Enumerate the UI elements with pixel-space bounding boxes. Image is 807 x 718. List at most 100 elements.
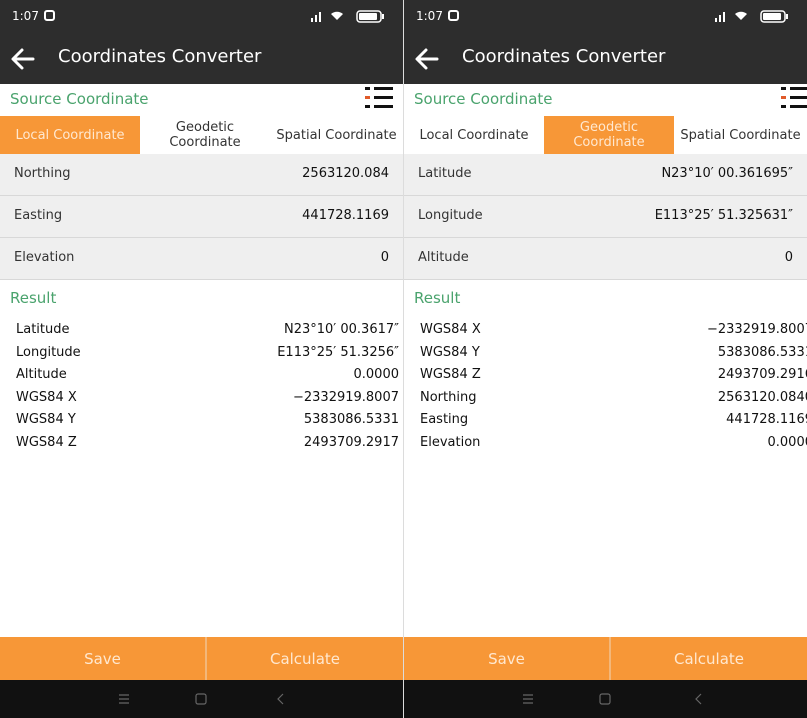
app-bar: Coordinates Converter (404, 34, 807, 84)
coordinate-type-tabs: Local Coordinate Geodetic Coordinate Spa… (0, 116, 403, 154)
status-bar: 1:07 (404, 0, 807, 34)
field-label: Easting (14, 208, 63, 223)
result-key: Northing (420, 389, 477, 405)
result-header: Result (0, 284, 403, 314)
signal-wifi-battery-icon (311, 10, 384, 23)
field-label: Altitude (418, 250, 469, 265)
calculate-button[interactable]: Calculate (207, 637, 403, 680)
tab-geodetic-coordinate[interactable]: Geodetic Coordinate (140, 116, 270, 154)
result-key: Easting (420, 412, 469, 427)
calculate-button[interactable]: Calculate (611, 637, 807, 680)
tab-spatial-coordinate[interactable]: Spatial Coordinate (674, 116, 807, 154)
field-value[interactable]: E113°25′ 51.325631″ (655, 208, 793, 223)
result-value: 0.0000 (767, 434, 807, 450)
tab-spatial-coordinate[interactable]: Spatial Coordinate (270, 116, 403, 154)
field-label: Longitude (418, 208, 483, 223)
result-row: WGS84 Y 5383086.5331 (0, 410, 403, 433)
result-row: WGS84 Z 2493709.2917 (0, 433, 403, 456)
result-value: 0.0000 (353, 367, 400, 382)
status-time: 1:07 (416, 9, 443, 23)
menu-icon[interactable] (519, 690, 537, 708)
field-value[interactable]: 0 (785, 250, 793, 265)
phone-screen-right: 1:07 Coordinates Converter Source Coordi… (404, 0, 807, 718)
result-row: Northing 2563120.0840 (404, 388, 807, 411)
back-nav-icon[interactable] (690, 690, 708, 708)
result-value: E113°25′ 51.3256″ (277, 344, 399, 360)
input-row-latitude[interactable]: Latitude N23°10′ 00.361695″ (404, 154, 807, 196)
app-bar: Coordinates Converter (0, 34, 403, 84)
notification-icon (448, 10, 459, 21)
result-row: WGS84 X −2332919.8007 (404, 320, 807, 343)
result-value: 2493709.2917 (303, 434, 399, 450)
input-row-altitude[interactable]: Altitude 0 (404, 238, 807, 280)
home-icon[interactable] (596, 690, 614, 708)
result-header: Result (404, 284, 807, 314)
tab-local-coordinate[interactable]: Local Coordinate (0, 116, 140, 154)
signal-wifi-battery-icon (715, 10, 788, 23)
source-coordinate-label: Source Coordinate (10, 90, 149, 108)
field-value[interactable]: N23°10′ 00.361695″ (661, 166, 793, 181)
phone-screen-left: 1:07 Coordinates Converter Source Coordi… (0, 0, 403, 718)
field-label: Northing (14, 166, 71, 181)
result-value: −2332919.8007 (706, 322, 807, 337)
action-bar: Save Calculate (404, 637, 807, 680)
field-value[interactable]: 441728.1169 (302, 208, 389, 223)
field-value[interactable]: 0 (381, 250, 389, 265)
result-value: 441728.1169 (726, 412, 807, 427)
result-label: Result (10, 289, 57, 307)
coordinate-type-tabs: Local Coordinate Geodetic Coordinate Spa… (404, 116, 807, 154)
back-arrow-icon[interactable] (8, 44, 38, 74)
result-row: Latitude N23°10′ 00.3617″ (0, 320, 403, 343)
result-row: WGS84 Z 2493709.2916 (404, 365, 807, 388)
input-row-easting[interactable]: Easting 441728.1169 (0, 196, 403, 238)
result-row: Elevation 0.0000 (404, 433, 807, 456)
result-row: Longitude E113°25′ 51.3256″ (0, 343, 403, 366)
page-title: Coordinates Converter (462, 46, 666, 67)
save-button[interactable]: Save (0, 637, 205, 680)
result-value: 5383086.5331 (303, 412, 399, 427)
result-value: 2563120.0840 (717, 389, 807, 405)
source-coordinate-header: Source Coordinate (404, 84, 807, 116)
field-label: Elevation (14, 250, 75, 265)
result-key: Longitude (16, 344, 81, 360)
system-nav-bar (404, 680, 807, 718)
result-key: WGS84 Y (420, 344, 480, 360)
result-row: Easting 441728.1169 (404, 410, 807, 433)
result-key: Altitude (16, 367, 67, 382)
home-icon[interactable] (192, 690, 210, 708)
result-label: Result (414, 289, 461, 307)
result-value: 2493709.2916 (717, 367, 807, 382)
result-key: WGS84 Z (16, 434, 77, 450)
tab-geodetic-coordinate[interactable]: Geodetic Coordinate (544, 116, 674, 154)
field-label: Latitude (418, 166, 472, 181)
field-value[interactable]: 2563120.084 (302, 166, 389, 181)
result-row: WGS84 X −2332919.8007 (0, 388, 403, 411)
input-row-elevation[interactable]: Elevation 0 (0, 238, 403, 280)
coordinate-list-icon[interactable] (365, 84, 393, 112)
tab-local-coordinate[interactable]: Local Coordinate (404, 116, 544, 154)
result-key: WGS84 Y (16, 412, 76, 427)
source-coordinate-label: Source Coordinate (414, 90, 553, 108)
result-key: Latitude (16, 322, 70, 337)
input-row-longitude[interactable]: Longitude E113°25′ 51.325631″ (404, 196, 807, 238)
status-time: 1:07 (12, 9, 39, 23)
result-value: −2332919.8007 (292, 389, 399, 405)
action-bar: Save Calculate (0, 637, 403, 680)
result-key: WGS84 X (16, 389, 77, 405)
menu-icon[interactable] (115, 690, 133, 708)
notification-icon (44, 10, 55, 21)
result-row: WGS84 Y 5383086.5331 (404, 343, 807, 366)
result-list: WGS84 X −2332919.8007 WGS84 Y 5383086.5331… (404, 320, 807, 455)
coordinate-list-icon[interactable] (781, 84, 807, 112)
back-nav-icon[interactable] (272, 690, 290, 708)
save-button[interactable]: Save (404, 637, 609, 680)
back-arrow-icon[interactable] (412, 44, 442, 74)
result-key: WGS84 Z (420, 367, 481, 382)
result-key: Elevation (420, 434, 481, 450)
result-list: Latitude N23°10′ 00.3617″ Longitude E113°2… (0, 320, 403, 455)
page-title: Coordinates Converter (58, 46, 262, 67)
status-bar: 1:07 (0, 0, 403, 34)
source-coordinate-header: Source Coordinate (0, 84, 403, 116)
result-value: N23°10′ 00.3617″ (283, 322, 399, 337)
input-row-northing[interactable]: Northing 2563120.084 (0, 154, 403, 196)
